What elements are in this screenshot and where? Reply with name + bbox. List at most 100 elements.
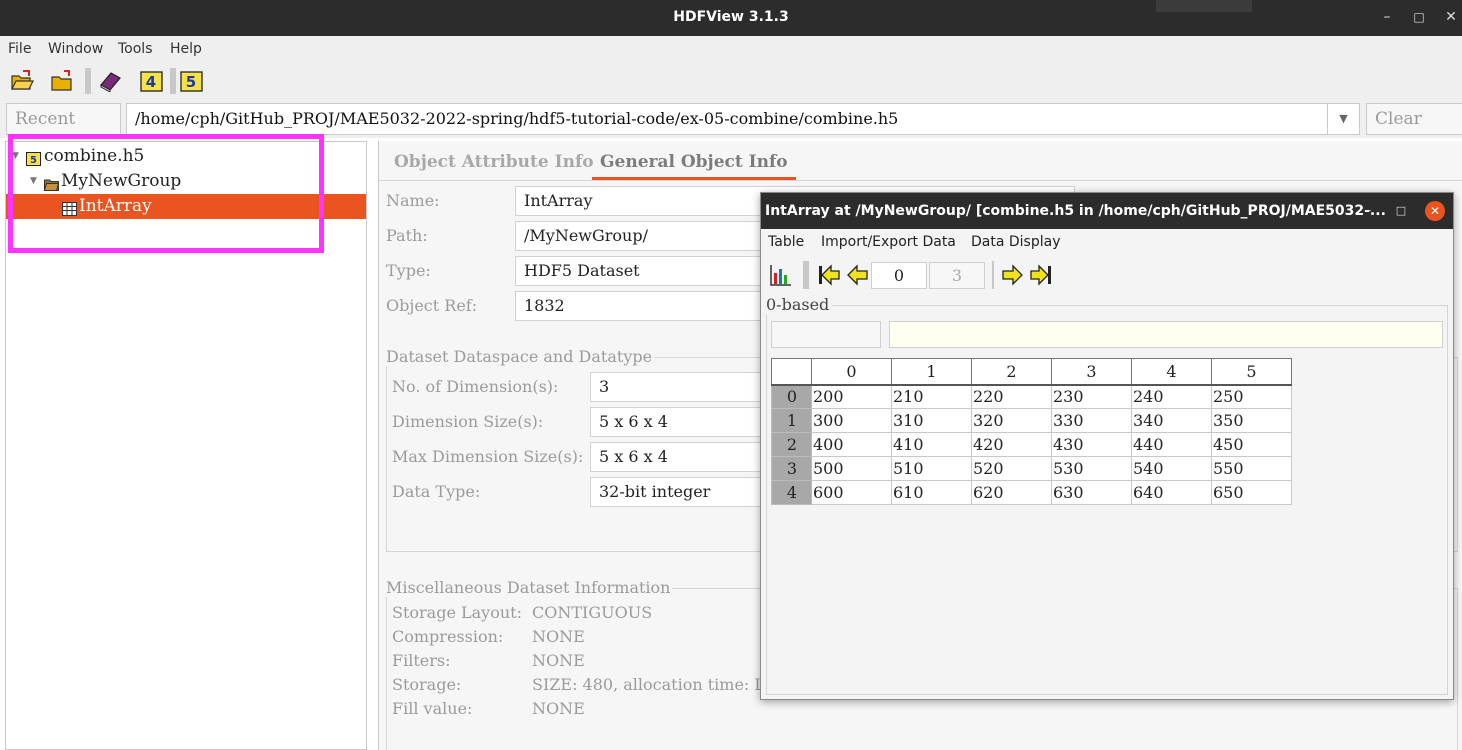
menu-table[interactable]: Table bbox=[768, 234, 804, 250]
minimize-button[interactable]: – bbox=[1378, 8, 1396, 26]
row-header[interactable]: 2 bbox=[771, 432, 812, 457]
column-header[interactable]: 2 bbox=[971, 358, 1052, 386]
storage-layout-label: Storage Layout: bbox=[392, 603, 522, 622]
table-cell[interactable]: 500 bbox=[811, 456, 892, 481]
table-cell[interactable]: 230 bbox=[1051, 384, 1132, 409]
table-cell[interactable]: 650 bbox=[1211, 480, 1292, 505]
menu-file[interactable]: File bbox=[8, 41, 31, 57]
table-cell[interactable]: 300 bbox=[811, 408, 892, 433]
table-cell[interactable]: 640 bbox=[1131, 480, 1212, 505]
table-cell[interactable]: 620 bbox=[971, 480, 1052, 505]
table-cell[interactable]: 250 bbox=[1211, 384, 1292, 409]
dialog-menubar: Table Import/Export Data Data Display bbox=[761, 229, 1453, 255]
table-cell[interactable]: 350 bbox=[1211, 408, 1292, 433]
table-cell[interactable]: 210 bbox=[891, 384, 972, 409]
column-header[interactable]: 0 bbox=[811, 358, 892, 386]
filters-label: Filters: bbox=[392, 651, 451, 670]
column-header[interactable]: 4 bbox=[1131, 358, 1212, 386]
table-cell[interactable]: 400 bbox=[811, 432, 892, 457]
chevron-down-icon[interactable]: ▼ bbox=[1327, 104, 1359, 134]
dialog-minimize-button[interactable]: – bbox=[1359, 202, 1377, 220]
row-header[interactable]: 3 bbox=[771, 456, 812, 481]
dialog-maximize-button[interactable]: □ bbox=[1392, 202, 1410, 220]
table-cell[interactable]: 320 bbox=[971, 408, 1052, 433]
menu-help[interactable]: Help bbox=[170, 41, 202, 57]
table-cell[interactable]: 520 bbox=[971, 456, 1052, 481]
dataset-table-window: IntArray at /MyNewGroup/ [combine.h5 in … bbox=[760, 192, 1454, 700]
table-cell[interactable]: 410 bbox=[891, 432, 972, 457]
table-cell[interactable]: 610 bbox=[891, 480, 972, 505]
table-cell[interactable]: 440 bbox=[1131, 432, 1212, 457]
fill-value-label: Fill value: bbox=[392, 699, 473, 718]
open-folder-icon[interactable] bbox=[50, 70, 74, 92]
table-cell[interactable]: 220 bbox=[971, 384, 1052, 409]
menu-data-display[interactable]: Data Display bbox=[971, 234, 1060, 250]
hdf4-icon[interactable]: 4 bbox=[140, 70, 164, 92]
clear-text-button[interactable]: Clear Text bbox=[1366, 103, 1462, 159]
row-header[interactable]: 4 bbox=[771, 480, 812, 505]
table-row: 3 500 510 520 530 540 550 bbox=[771, 456, 1292, 481]
row-header[interactable]: 0 bbox=[771, 384, 812, 409]
compression-label: Compression: bbox=[392, 627, 504, 646]
menubar: File Window Tools Help bbox=[0, 36, 1462, 62]
misc-group-title: Miscellaneous Dataset Information bbox=[386, 578, 673, 597]
tab-general-object-info[interactable]: General Object Info bbox=[592, 146, 796, 180]
dialog-close-button[interactable]: ✕ bbox=[1425, 201, 1445, 221]
table-cell[interactable]: 510 bbox=[891, 456, 972, 481]
toolbar-separator bbox=[992, 261, 994, 289]
menu-window[interactable]: Window bbox=[48, 41, 103, 57]
cell-value-editor[interactable] bbox=[889, 321, 1443, 348]
type-label: Type: bbox=[386, 261, 431, 280]
menu-import-export-data[interactable]: Import/Export Data bbox=[821, 234, 956, 250]
book-icon[interactable] bbox=[98, 70, 122, 93]
file-path-combo[interactable]: /home/cph/GitHub_PROJ/MAE5032-2022-sprin… bbox=[126, 103, 1360, 135]
table-cell[interactable]: 420 bbox=[971, 432, 1052, 457]
next-page-icon[interactable] bbox=[1001, 263, 1025, 287]
table-cell[interactable]: 430 bbox=[1051, 432, 1132, 457]
table-cell[interactable]: 600 bbox=[811, 480, 892, 505]
table-cell[interactable]: 630 bbox=[1051, 480, 1132, 505]
table-cell[interactable]: 200 bbox=[811, 384, 892, 409]
hdf5-icon[interactable]: 5 bbox=[180, 70, 204, 92]
table-cell[interactable]: 450 bbox=[1211, 432, 1292, 457]
index-base-label: 0-based bbox=[766, 295, 833, 314]
table-row: 2 400 410 420 430 440 450 bbox=[771, 432, 1292, 457]
maxdim-label: Max Dimension Size(s): bbox=[392, 447, 584, 466]
last-page-icon[interactable] bbox=[1029, 263, 1053, 287]
table-cell[interactable]: 550 bbox=[1211, 456, 1292, 481]
svg-text:5: 5 bbox=[186, 73, 196, 91]
column-header[interactable]: 5 bbox=[1211, 358, 1292, 386]
table-header-row: 0 1 2 3 4 5 bbox=[771, 358, 1292, 386]
storage-value: SIZE: 480, allocation time: L bbox=[532, 675, 766, 694]
table-cell[interactable]: 540 bbox=[1131, 456, 1212, 481]
dataspace-group-title: Dataset Dataspace and Datatype bbox=[386, 347, 655, 366]
column-header[interactable]: 1 bbox=[891, 358, 972, 386]
recent-files-button[interactable]: Recent Files bbox=[6, 103, 121, 159]
table-row: 4 600 610 620 630 640 650 bbox=[771, 480, 1292, 505]
data-table: 0 1 2 3 4 5 0 200 210 220 230 240 250 1 … bbox=[771, 358, 1292, 505]
previous-page-icon[interactable] bbox=[845, 263, 869, 287]
tab-object-attribute-info[interactable]: Object Attribute Info bbox=[386, 146, 602, 180]
table-cell[interactable]: 340 bbox=[1131, 408, 1212, 433]
table-cell[interactable]: 530 bbox=[1051, 456, 1132, 481]
table-cell[interactable]: 330 bbox=[1051, 408, 1132, 433]
menu-tools[interactable]: Tools bbox=[118, 41, 153, 57]
table-cell[interactable]: 310 bbox=[891, 408, 972, 433]
open-file-icon[interactable] bbox=[10, 70, 34, 92]
cell-address-field bbox=[771, 321, 881, 348]
ndim-label: No. of Dimension(s): bbox=[392, 377, 559, 396]
row-header[interactable]: 1 bbox=[771, 408, 812, 433]
window-titlebar: HDFView 3.1.3 – □ ✕ bbox=[0, 0, 1462, 36]
current-page-field[interactable]: 0 bbox=[871, 262, 927, 289]
column-header[interactable]: 3 bbox=[1051, 358, 1132, 386]
maximize-button[interactable]: □ bbox=[1410, 8, 1428, 26]
first-page-icon[interactable] bbox=[817, 263, 841, 287]
dimsize-label: Dimension Size(s): bbox=[392, 412, 544, 431]
table-cell[interactable]: 240 bbox=[1131, 384, 1212, 409]
toolbar-separator bbox=[803, 261, 809, 289]
chart-icon[interactable] bbox=[769, 263, 793, 287]
table-row: 0 200 210 220 230 240 250 bbox=[771, 384, 1292, 409]
toolbar: 4 5 bbox=[0, 62, 1462, 100]
close-button[interactable]: ✕ bbox=[1442, 8, 1460, 26]
file-path-value[interactable]: /home/cph/GitHub_PROJ/MAE5032-2022-sprin… bbox=[135, 109, 898, 128]
